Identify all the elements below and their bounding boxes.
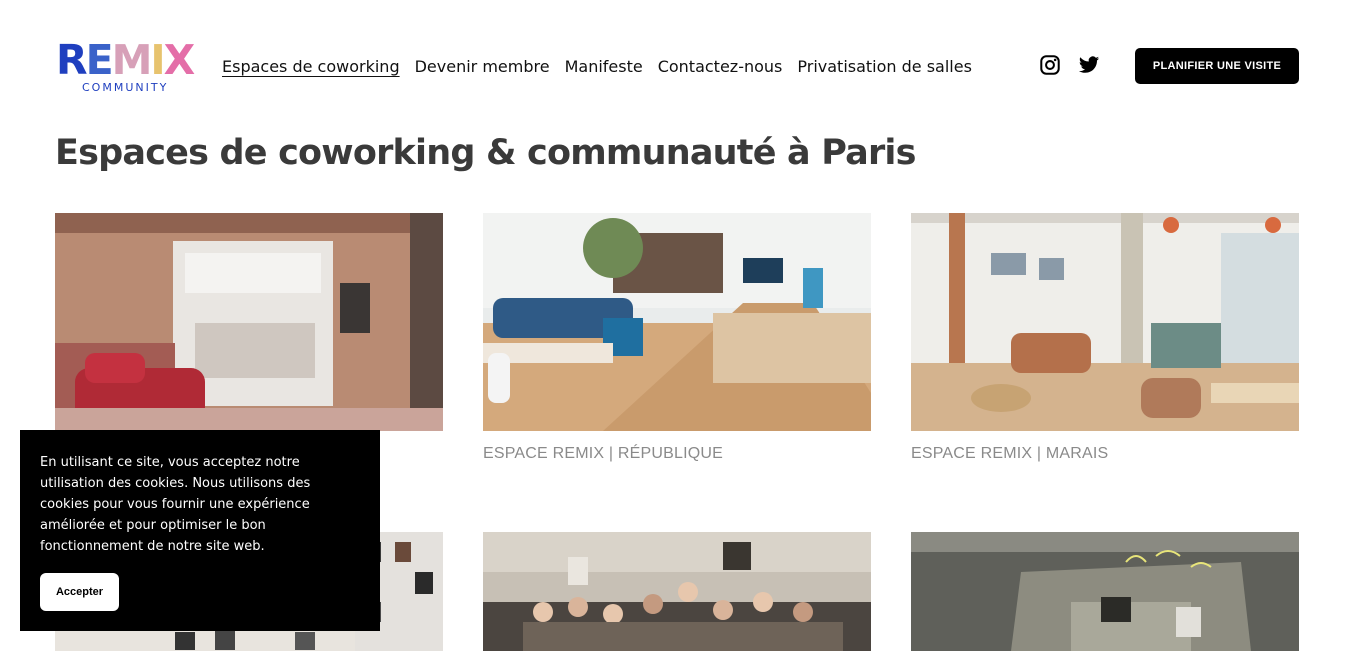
logo-letter: X xyxy=(163,36,196,84)
nav-manifeste[interactable]: Manifeste xyxy=(565,56,643,78)
logo-wordmark: REMIX xyxy=(56,40,195,81)
logo-letter: E xyxy=(85,36,114,84)
space-photo xyxy=(55,213,443,431)
logo-letter: M xyxy=(111,36,153,84)
space-caption: ESPACE REMIX | RÉPUBLIQUE xyxy=(483,445,724,462)
nav-privatisation-salles[interactable]: Privatisation de salles xyxy=(797,56,972,78)
space-photo xyxy=(483,532,871,651)
nav-contactez-nous[interactable]: Contactez-nous xyxy=(658,56,783,78)
cookie-banner: En utilisant ce site, vous acceptez notr… xyxy=(20,430,380,631)
social-links xyxy=(1039,54,1100,76)
remix-community-logo[interactable]: REMIX COMMUNITY xyxy=(56,40,195,95)
space-card-marais[interactable]: ESPACE REMIX | MARAIS xyxy=(911,213,1299,463)
space-photo xyxy=(911,213,1299,431)
space-photo xyxy=(483,213,871,431)
cookie-text: En utilisant ce site, vous acceptez notr… xyxy=(40,455,311,554)
nav-devenir-membre[interactable]: Devenir membre xyxy=(415,56,550,78)
space-card[interactable] xyxy=(55,213,443,445)
logo-letter: I xyxy=(150,36,165,84)
space-card[interactable] xyxy=(911,532,1299,651)
logo-letter: R xyxy=(56,36,88,84)
instagram-icon[interactable] xyxy=(1039,54,1061,76)
space-card[interactable] xyxy=(483,532,871,651)
space-photo xyxy=(911,532,1299,651)
space-card-republique[interactable]: ESPACE REMIX | RÉPUBLIQUE xyxy=(483,213,871,463)
twitter-icon[interactable] xyxy=(1078,54,1100,76)
main-nav: Espaces de coworking Devenir membre Mani… xyxy=(222,56,972,78)
nav-espaces-coworking[interactable]: Espaces de coworking xyxy=(222,56,400,78)
planifier-visite-button[interactable]: PLANIFIER UNE VISITE xyxy=(1135,48,1299,84)
accept-cookies-button[interactable]: Accepter xyxy=(40,573,119,611)
page-title: Espaces de coworking & communauté à Pari… xyxy=(55,133,916,173)
space-caption: ESPACE REMIX | MARAIS xyxy=(911,445,1109,462)
